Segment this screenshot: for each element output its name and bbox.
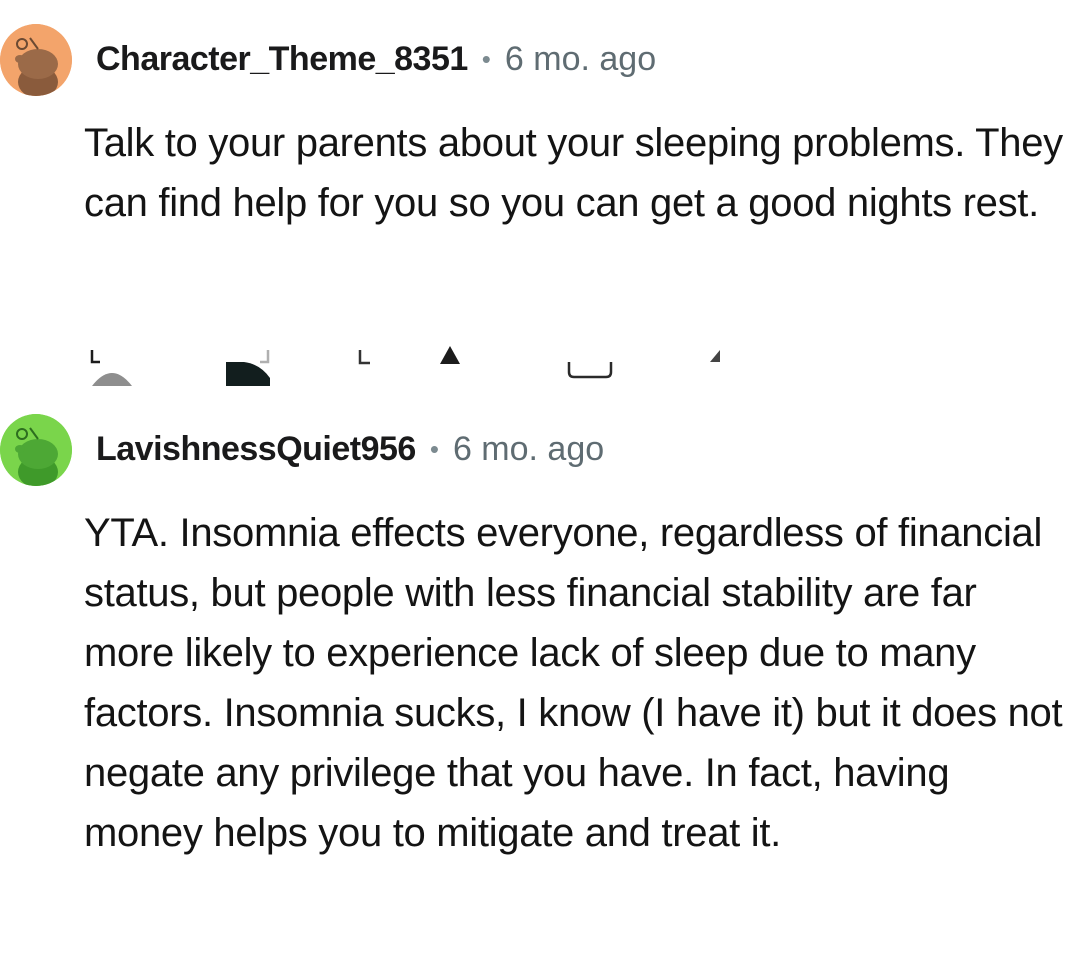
share-icon[interactable] (356, 348, 376, 368)
comment-header: Character_Theme_8351 • 6 mo. ago (96, 34, 656, 84)
comment: Character_Theme_8351 • 6 mo. ago Talk to… (0, 0, 1080, 400)
reply-icon[interactable] (88, 348, 136, 388)
timestamp: 6 mo. ago (504, 39, 657, 78)
snoo-avatar-icon (0, 24, 72, 96)
separator-dot: • (429, 433, 439, 464)
comment: LavishnessQuiet956 • 6 mo. ago YTA. Inso… (0, 400, 1080, 956)
upvote-icon[interactable] (436, 344, 464, 368)
snoo-avatar-icon (0, 414, 72, 486)
comment-body: YTA. Insomnia effects everyone, regardle… (84, 511, 1063, 855)
comment-body: Talk to your parents about your sleeping… (84, 121, 1063, 225)
avatar[interactable] (0, 414, 72, 486)
more-icon[interactable] (706, 348, 724, 366)
comment-actions (0, 340, 1080, 388)
separator-dot: • (481, 43, 491, 74)
username[interactable]: Character_Theme_8351 (96, 40, 468, 79)
avatar[interactable] (0, 24, 72, 96)
comment-header: LavishnessQuiet956 • 6 mo. ago (96, 424, 604, 474)
timestamp: 6 mo. ago (452, 429, 605, 468)
award-icon[interactable] (224, 346, 272, 388)
username[interactable]: LavishnessQuiet956 (96, 430, 416, 469)
comment-icon[interactable] (566, 360, 614, 380)
